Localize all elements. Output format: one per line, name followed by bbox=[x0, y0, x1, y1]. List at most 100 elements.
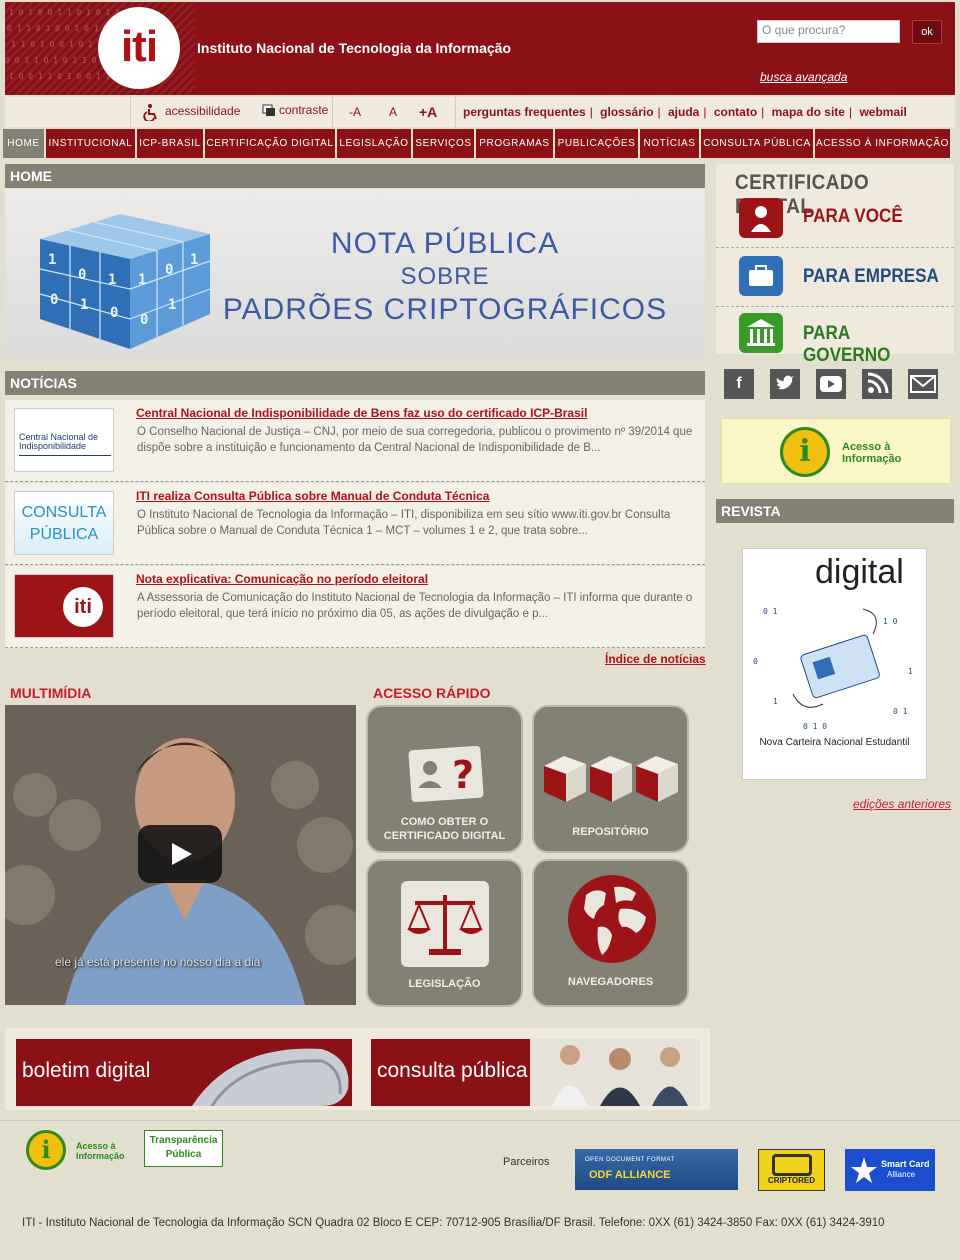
search-button[interactable]: ok bbox=[912, 20, 942, 44]
utility-bar: acessibilidade contraste -A A +A pergunt… bbox=[5, 97, 955, 127]
iti-logo[interactable]: iti bbox=[98, 7, 180, 89]
consulta-publica-banner[interactable]: consulta pública bbox=[371, 1039, 700, 1106]
nav-home[interactable]: HOME bbox=[3, 129, 44, 158]
odf-line-1: OPEN DOCUMENT FORMAT bbox=[585, 1157, 675, 1163]
advanced-search-link[interactable]: busca avançada bbox=[760, 70, 847, 84]
news-title[interactable]: Central Nacional de Indisponibilidade de… bbox=[136, 406, 587, 420]
news-item[interactable]: iti Nota explicativa: Comunicação no per… bbox=[5, 566, 705, 648]
odf-alliance-logo[interactable]: OPEN DOCUMENT FORMAT ODF ALLIANCE bbox=[575, 1149, 738, 1190]
acesso-informacao-banner[interactable]: i Acesso à Informação bbox=[721, 418, 951, 484]
svg-text:0 1: 0 1 bbox=[893, 707, 908, 716]
banner-line-3: PADRÕES CRIPTOGRÁFICOS bbox=[222, 293, 668, 326]
site-header: 1 0 1 0 0 1 1 0 1 0 1 1 0 0 1 0 1 1 0 1 … bbox=[5, 2, 955, 95]
mouse-graphic bbox=[192, 1048, 349, 1106]
sitemap-link[interactable]: mapa do site bbox=[772, 105, 845, 119]
quick-access-how-to-obtain[interactable]: ? COMO OBTER O CERTIFICADO DIGITAL bbox=[366, 705, 523, 853]
nav-noticias[interactable]: NOTÍCIAS bbox=[640, 129, 699, 158]
social-links: f bbox=[724, 369, 954, 399]
quick-access-repository[interactable]: REPOSITÓRIO bbox=[532, 705, 689, 853]
font-smaller-button[interactable]: -A bbox=[349, 105, 361, 119]
consulta-label: consulta pública bbox=[377, 1059, 528, 1082]
cert-para-voce[interactable]: PARA VOCÊ bbox=[716, 194, 954, 252]
criptored-logo[interactable]: CRIPTORED bbox=[758, 1149, 825, 1191]
news-title[interactable]: Nota explicativa: Comunicação no período… bbox=[136, 572, 428, 586]
footer-acesso-informacao-logo[interactable]: i Acesso à Informação bbox=[26, 1130, 126, 1172]
help-link[interactable]: ajuda bbox=[668, 105, 699, 119]
accessibility-label: acessibilidade bbox=[165, 104, 241, 119]
info-icon: i bbox=[26, 1130, 66, 1170]
divider bbox=[19, 455, 111, 456]
tile-label-line-1: REPOSITÓRIO bbox=[572, 826, 649, 838]
nav-certificacao-digital[interactable]: CERTIFICAÇÃO DIGITAL bbox=[205, 129, 335, 158]
facebook-icon[interactable]: f bbox=[724, 369, 754, 399]
play-button[interactable] bbox=[138, 825, 222, 883]
nav-programas[interactable]: PROGRAMAS bbox=[476, 129, 553, 158]
contrast-link[interactable]: contraste bbox=[262, 103, 328, 118]
video-player[interactable]: ele já está presente no nosso dia a dia bbox=[5, 705, 356, 1005]
tile-label-line-1: NAVEGADORES bbox=[567, 976, 654, 988]
card-illustration: 0 1 1 0 1 0 1 0 1 0 0 1 bbox=[753, 607, 913, 731]
nav-legislacao[interactable]: LEGISLAÇÃO bbox=[337, 129, 411, 158]
twitter-icon[interactable] bbox=[770, 369, 800, 399]
news-index-link[interactable]: Índice de notícias bbox=[605, 652, 706, 666]
tile-label-line-1: COMO OBTER O bbox=[400, 816, 489, 828]
home-banner[interactable]: 101 010 101 01 NOTA PÚBLICA SOBRE PADRÕE… bbox=[5, 189, 705, 357]
quick-access-browsers[interactable]: NAVEGADORES bbox=[532, 859, 689, 1007]
news-thumbnail: CONSULTA PÚBLICA bbox=[14, 491, 114, 555]
faq-link[interactable]: perguntas frequentes bbox=[463, 105, 586, 119]
divider bbox=[332, 97, 333, 127]
email-icon[interactable] bbox=[908, 369, 938, 399]
smart-card-alliance-logo[interactable]: Smart Card Alliance bbox=[845, 1149, 935, 1191]
news-item[interactable]: CONSULTA PÚBLICA ITI realiza Consulta Pú… bbox=[5, 483, 705, 565]
svg-text:0 1: 0 1 bbox=[763, 607, 778, 616]
cert-para-empresa[interactable]: PARA EMPRESA bbox=[716, 247, 954, 305]
contact-link[interactable]: contato bbox=[714, 105, 757, 119]
svg-text:1: 1 bbox=[168, 297, 176, 313]
svg-text:0: 0 bbox=[78, 267, 86, 283]
glossary-link[interactable]: glossário bbox=[600, 105, 653, 119]
cert-para-governo[interactable]: PARA GOVERNO bbox=[716, 306, 954, 366]
rss-icon[interactable] bbox=[862, 369, 892, 399]
nav-consulta-publica[interactable]: CONSULTA PÚBLICA bbox=[701, 129, 813, 158]
video-caption: ele já está presente no nosso dia a dia bbox=[55, 955, 261, 969]
cert-label: PARA EMPRESA bbox=[803, 266, 939, 287]
site-title: Instituto Nacional de Tecnologia da Info… bbox=[197, 40, 512, 56]
nav-acesso-informacao[interactable]: ACESSO À INFORMAÇÃO bbox=[815, 129, 950, 158]
accessibility-link[interactable]: acessibilidade bbox=[143, 103, 241, 123]
briefcase-icon bbox=[739, 256, 783, 296]
webmail-link[interactable]: webmail bbox=[859, 105, 906, 119]
odf-line-2: ODF ALLIANCE bbox=[589, 1169, 671, 1181]
nav-servicos[interactable]: SERVIÇOS bbox=[413, 129, 474, 158]
nav-publicacoes[interactable]: PUBLICAÇÕES bbox=[555, 129, 638, 158]
news-title[interactable]: ITI realiza Consulta Pública sobre Manua… bbox=[136, 489, 489, 503]
quick-access-legislation[interactable]: LEGISLAÇÃO bbox=[366, 859, 523, 1007]
nav-institucional[interactable]: INSTITUCIONAL bbox=[46, 129, 135, 158]
search-input[interactable]: O que procura? bbox=[757, 20, 900, 43]
contrast-label: contraste bbox=[279, 103, 329, 117]
divider bbox=[0, 1120, 960, 1121]
svg-text:1: 1 bbox=[108, 272, 116, 288]
boletim-digital-banner[interactable]: boletim digital bbox=[16, 1039, 352, 1106]
footer-acesso-line-2: Informação bbox=[76, 1151, 125, 1161]
font-normal-button[interactable]: A bbox=[389, 105, 397, 119]
svg-text:1: 1 bbox=[773, 697, 778, 706]
news-summary: O Conselho Nacional de Justiça – CNJ, po… bbox=[137, 426, 693, 454]
nav-icp-brasil[interactable]: ICP-BRASIL bbox=[137, 129, 203, 158]
person-icon bbox=[739, 198, 783, 238]
svg-text:0: 0 bbox=[165, 262, 173, 278]
previous-editions-link[interactable]: edições anteriores bbox=[853, 797, 951, 811]
news-item[interactable]: Central Nacional de Indisponibilidade Ce… bbox=[5, 400, 705, 482]
revista-title: digital bbox=[815, 553, 904, 591]
svg-text:0: 0 bbox=[753, 657, 758, 666]
transparencia-publica-logo[interactable]: Transparência Pública bbox=[144, 1130, 223, 1167]
globe-icon bbox=[568, 875, 656, 963]
youtube-icon[interactable] bbox=[816, 369, 846, 399]
news-thumbnail: Central Nacional de Indisponibilidade bbox=[14, 408, 114, 472]
revista-cover[interactable]: digital 0 1 1 0 1 0 1 0 1 0 0 1 Nova Carteira… bbox=[742, 548, 927, 780]
font-larger-button[interactable]: +A bbox=[419, 104, 437, 120]
news-thumbnail: iti bbox=[14, 574, 114, 638]
criptored-label: CRIPTORED bbox=[768, 1176, 815, 1185]
transparencia-line-2: Pública bbox=[165, 1149, 202, 1160]
cubes-icon bbox=[544, 756, 678, 802]
thumb-line-1: CONSULTA bbox=[21, 504, 107, 521]
